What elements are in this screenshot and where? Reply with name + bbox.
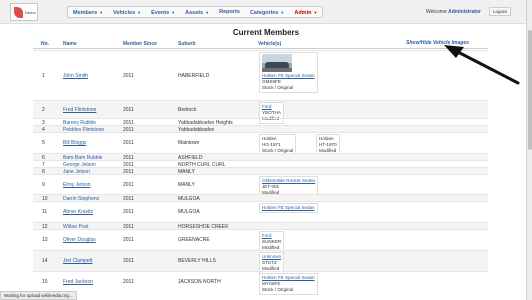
member-name-link[interactable]: Oliver Douglas — [63, 237, 96, 243]
col-name[interactable]: Name — [63, 41, 77, 47]
member-name-link[interactable]: Elroy Jetson — [63, 182, 91, 188]
table-row: 1 John Smith 2011 HABERFIELD Holden FE Speci… — [33, 50, 488, 100]
member-since: 2011 — [123, 73, 134, 79]
member-suburb: JACKSON NORTH — [178, 279, 221, 285]
member-suburb: Maintown — [178, 140, 200, 146]
logo-swoosh-icon — [14, 7, 23, 18]
vehicle-photo[interactable] — [262, 54, 292, 72]
welcome-label: Welcome — [426, 9, 447, 15]
caret-down-icon: ▼ — [99, 10, 104, 15]
table-row: 9 Elroy Jetson 2011 MANLY Oldsmobile Rocket … — [33, 174, 488, 198]
annotation-arrow-icon — [444, 45, 520, 85]
col-member-since[interactable]: Member Since — [123, 41, 157, 47]
table-row: 7 George Jetson 2011 NORTH CURL CURL — [33, 160, 488, 168]
nav-item-label: Categories — [249, 10, 279, 16]
caret-down-icon: ▼ — [137, 10, 142, 15]
nav-item-label: Reports — [219, 9, 240, 15]
member-no: 9 — [42, 182, 45, 188]
member-name-link[interactable]: John Smith — [63, 73, 88, 79]
member-name-link[interactable]: Abner Kravitz — [63, 209, 93, 215]
member-since: 2011 — [123, 140, 134, 146]
table-row: 14 Jed Clampett 2011 BEVERLY HILLS Unknown ST… — [33, 250, 488, 274]
nav-item-label: Members — [73, 10, 98, 16]
member-no: 15 — [42, 279, 48, 285]
member-suburb: HABERFIELD — [178, 73, 210, 79]
table-row: 5 Bill Bloggs 2011 Maintown Holden HG-1971 Sto… — [33, 132, 488, 156]
col-suburb[interactable]: Suburb — [178, 41, 196, 47]
member-since: 2011 — [123, 258, 134, 264]
member-suburb: BEVERLY HILLS — [178, 258, 216, 264]
table-row: 12 Wilbur Post 2011 HORSESHOE CREEK — [33, 222, 488, 230]
logout-button[interactable]: Logout — [489, 7, 511, 16]
member-since: 2011 — [123, 182, 134, 188]
nav-item-label: Events — [151, 10, 170, 16]
member-no: 11 — [42, 209, 48, 215]
caret-down-icon: ▼ — [205, 10, 210, 15]
welcome-user: Administrator — [448, 9, 481, 15]
member-no: 2 — [42, 107, 45, 113]
member-suburb: Bedrock — [178, 107, 197, 113]
table-row: 6 Bam-Bam Rubble 2011 ASHFIELD — [33, 153, 488, 161]
member-since: 2011 — [123, 279, 134, 285]
table-row: 10 Darrin Stephens 2011 MULGOA — [33, 194, 488, 202]
nav-item-members[interactable]: Members ▼ — [68, 7, 108, 17]
member-since: 2011 — [123, 237, 134, 243]
member-name-link[interactable]: Fred Flintstone — [63, 107, 96, 113]
logo-text: Demo — [25, 10, 36, 15]
caret-down-icon: ▼ — [171, 10, 176, 15]
table-row: 13 Oliver Douglas 2011 GREENACRE Ford SUNKER M… — [33, 229, 488, 253]
table-row: 2 Fred Flintstone 2011 Bedrock Ford YBOTHA Mod… — [33, 100, 488, 124]
member-name-link[interactable]: Fred Jackson — [63, 279, 93, 285]
vehicle-card[interactable]: Holden FE Special Sedan — [259, 203, 318, 213]
member-no: 14 — [42, 258, 48, 264]
table-row: 4 Pebbles Flintstone 2011 Yabbadabbadoo — [33, 125, 488, 133]
member-since: 2011 — [123, 107, 134, 113]
vehicle-status: Stock / Original — [262, 85, 294, 90]
table-row: 11 Abner Kravitz 2011 MULGOA Holden FE Speci… — [33, 201, 488, 222]
col-vehicles[interactable]: Vehicle(s) — [258, 41, 281, 47]
page-scrollbar[interactable] — [526, 0, 532, 300]
member-name-link[interactable]: Jed Clampett — [63, 258, 92, 264]
member-suburb: MANLY — [178, 182, 195, 188]
nav-item-categories[interactable]: Categories ▼ — [245, 7, 289, 17]
member-no: 5 — [42, 140, 45, 146]
vehicle-status: Stock / Original — [262, 287, 294, 292]
nav-item-vehicles[interactable]: Vehicles ▼ — [108, 7, 146, 17]
main-menu: Members ▼ Vehicles ▼ Events ▼ Assets ▼ Reports Ca… — [67, 6, 324, 18]
member-suburb: MULGOA — [178, 209, 200, 215]
nav-item-label: Admin — [294, 10, 312, 16]
site-logo[interactable]: Demo — [10, 3, 38, 21]
vehicle-name-link[interactable]: Holden FE Special Sedan — [262, 205, 315, 211]
scrollbar-thumb[interactable] — [528, 30, 532, 150]
members-table-header: No. Name Member Since Suburb Vehicle(s) — [33, 40, 488, 49]
member-since: 2011 — [123, 209, 134, 215]
nav-item-events[interactable]: Events ▼ — [146, 7, 180, 17]
table-row: 15 Fred Jackson 2011 JACKSON NORTH Holden FE… — [33, 271, 488, 295]
caret-down-icon: ▼ — [313, 10, 318, 15]
navbar: Demo Members ▼ Vehicles ▼ Events ▼ Assets ▼ Repo… — [0, 0, 532, 24]
member-suburb: GREENACRE — [178, 237, 210, 243]
member-no: 1 — [42, 73, 45, 79]
nav-item-label: Vehicles — [113, 10, 136, 16]
nav-item-assets[interactable]: Assets ▼ — [180, 7, 214, 17]
vehicle-card[interactable]: Holden FE Special Sedan GMS6FE Stock / Ori… — [259, 52, 318, 93]
table-row: 3 Barney Rubble 2011 Yabbadabbadoo Heights — [33, 118, 488, 126]
nav-item-admin[interactable]: Admin ▼ — [289, 7, 322, 17]
browser-status-bar: Waiting for upload.wikimedia.org... — [0, 291, 77, 300]
nav-item-label: Assets — [185, 10, 204, 16]
member-name-link[interactable]: Bill Bloggs — [63, 140, 86, 146]
table-row: 8 Jane Jetson 2011 MANLY — [33, 167, 488, 175]
page-title: Current Members — [232, 28, 300, 37]
vehicle-card[interactable]: Holden FE Special Sedan MYS6FE Stock / Ori… — [259, 273, 318, 295]
nav-item-reports[interactable]: Reports — [214, 7, 245, 17]
caret-down-icon: ▼ — [280, 10, 285, 15]
welcome-message: Welcome Administrator — [426, 9, 481, 15]
col-no[interactable]: No. — [41, 41, 49, 47]
member-no: 13 — [42, 237, 48, 243]
